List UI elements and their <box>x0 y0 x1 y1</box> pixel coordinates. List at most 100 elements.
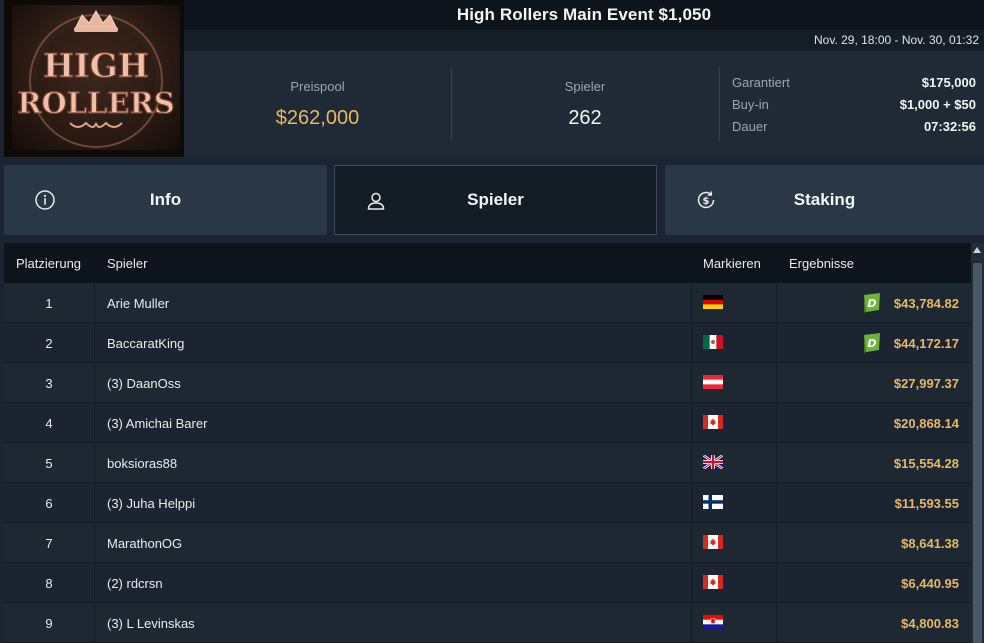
rank-cell: 8 <box>45 576 53 591</box>
table-row[interactable]: 1 Arie Muller D $43,784.82 <box>4 283 971 323</box>
column-divider <box>94 363 95 403</box>
column-divider <box>691 323 692 363</box>
column-divider <box>776 563 777 603</box>
column-divider <box>776 603 777 643</box>
rank-cell: 2 <box>45 336 53 351</box>
column-divider <box>691 563 692 603</box>
germany-flag-icon <box>703 295 723 309</box>
uk-flag-icon <box>702 453 724 471</box>
table-row[interactable]: 9 (3) L Levinskas $4,800.83 <box>4 603 971 643</box>
tab-label: Staking <box>793 190 856 209</box>
svg-text:ROLLERS: ROLLERS <box>17 86 174 120</box>
column-divider <box>776 403 777 443</box>
column-divider <box>94 283 95 323</box>
scrollbar-thumb[interactable] <box>973 263 982 643</box>
badge-letter: D <box>867 337 876 350</box>
detail-guaranteed: Garantiert $175,000 <box>732 75 976 97</box>
austria-flag-icon <box>703 375 723 389</box>
player-name[interactable]: boksioras88 <box>107 456 177 471</box>
tournament-lobby: HIGH ROLLERS High Rollers Main Event $1,… <box>0 0 984 643</box>
player-name[interactable]: (2) rdcrsn <box>107 576 163 591</box>
header-rank[interactable]: Platzierung <box>16 256 81 271</box>
column-divider <box>776 283 777 323</box>
canada-flag-icon <box>703 535 723 549</box>
detail-buyin: Buy-in $1,000 + $50 <box>732 97 976 119</box>
column-divider <box>691 483 692 523</box>
column-divider <box>94 483 95 523</box>
table-body: 1 Arie Muller D $43,784.82 2 BaccaratKing D $44… <box>4 283 971 643</box>
table-row[interactable]: 5 boksioras88 $15,554.28 <box>4 443 971 483</box>
detail-duration: Dauer 07:32:56 <box>732 119 976 141</box>
rank-cell: 6 <box>45 496 53 511</box>
table-header: Platzierung Spieler Markieren Ergebnisse <box>4 243 971 283</box>
dollar-refresh-icon: $ <box>695 189 717 211</box>
mexico-flag-icon <box>703 335 723 349</box>
d-badge-icon: D <box>862 332 882 354</box>
finland-flag-icon <box>703 495 723 509</box>
player-name[interactable]: MarathonOG <box>107 536 182 551</box>
header-results[interactable]: Ergebnisse <box>789 256 854 271</box>
stat-divider <box>719 67 720 141</box>
date-bar: Nov. 29, 18:00 - Nov. 30, 01:32 <box>184 30 984 51</box>
tab-info[interactable]: Info <box>4 165 327 235</box>
scrollbar[interactable] <box>971 243 984 643</box>
header-player[interactable]: Spieler <box>107 256 147 271</box>
player-name[interactable]: Arie Muller <box>107 296 169 311</box>
player-name[interactable]: (3) DaanOss <box>107 376 181 391</box>
column-divider <box>776 323 777 363</box>
player-name[interactable]: (3) Juha Helppi <box>107 496 195 511</box>
player-name[interactable]: (3) Amichai Barer <box>107 416 207 431</box>
d-badge-icon: D <box>862 292 882 314</box>
result-cell: $15,554.28 <box>893 456 959 471</box>
player-name[interactable]: BaccaratKing <box>107 336 184 351</box>
croatia-flag-icon <box>703 615 723 629</box>
result-cell: $43,784.82 <box>893 296 959 311</box>
table-row[interactable]: 4 (3) Amichai Barer $20,868.14 <box>4 403 971 443</box>
result-cell: $44,172.17 <box>893 336 959 351</box>
players-stat: Spieler 262 <box>452 51 718 157</box>
tab-staking[interactable]: $ Staking <box>665 165 984 235</box>
header-mark[interactable]: Markieren <box>703 256 761 271</box>
column-divider <box>776 483 777 523</box>
column-divider <box>691 283 692 323</box>
table-row[interactable]: 3 (3) DaanOss $27,997.37 <box>4 363 971 403</box>
canada-flag-icon <box>703 415 723 429</box>
result-cell: $8,641.38 <box>901 536 959 551</box>
column-divider <box>776 443 777 483</box>
prize-pool-label: Preispool <box>290 79 345 94</box>
event-dates: Nov. 29, 18:00 - Nov. 30, 01:32 <box>814 33 979 47</box>
column-divider <box>691 603 692 643</box>
column-divider <box>94 563 95 603</box>
detail-value: $175,000 <box>921 75 976 90</box>
detail-value: $1,000 + $50 <box>899 97 976 112</box>
detail-key: Dauer <box>732 119 768 134</box>
table-row[interactable]: 8 (2) rdcrsn $6,440.95 <box>4 563 971 603</box>
event-title: High Rollers Main Event $1,050 <box>456 5 712 24</box>
column-divider <box>691 443 692 483</box>
tab-label: Info <box>149 190 182 209</box>
table-row[interactable]: 7 MarathonOG $8,641.38 <box>4 523 971 563</box>
result-cell: $20,868.14 <box>893 416 959 431</box>
result-cell: $6,440.95 <box>901 576 959 591</box>
title-bar: High Rollers Main Event $1,050 <box>184 0 984 30</box>
user-icon <box>365 190 387 212</box>
results-table: Platzierung Spieler Markieren Ergebnisse… <box>4 243 971 643</box>
column-divider <box>94 603 95 643</box>
tab-spieler[interactable]: Spieler <box>334 165 657 235</box>
result-cell: $27,997.37 <box>893 376 959 391</box>
player-name[interactable]: (3) L Levinskas <box>107 616 195 631</box>
rank-cell: 7 <box>45 536 53 551</box>
stats-panel: Preispool $262,000 Spieler 262 Garantier… <box>184 51 984 157</box>
high-rollers-logo: HIGH ROLLERS <box>4 0 184 157</box>
table-row[interactable]: 6 (3) Juha Helppi $11,593.55 <box>4 483 971 523</box>
svg-text:$: $ <box>703 196 710 207</box>
table-row[interactable]: 2 BaccaratKing D $44,172.17 <box>4 323 971 363</box>
rank-cell: 3 <box>45 376 53 391</box>
column-divider <box>776 523 777 563</box>
prize-pool-stat: Preispool $262,000 <box>184 51 451 157</box>
column-divider <box>691 523 692 563</box>
badge-letter: D <box>867 297 876 310</box>
column-divider <box>94 443 95 483</box>
scroll-up-arrow-icon[interactable] <box>973 247 981 253</box>
result-cell: $11,593.55 <box>894 496 959 511</box>
